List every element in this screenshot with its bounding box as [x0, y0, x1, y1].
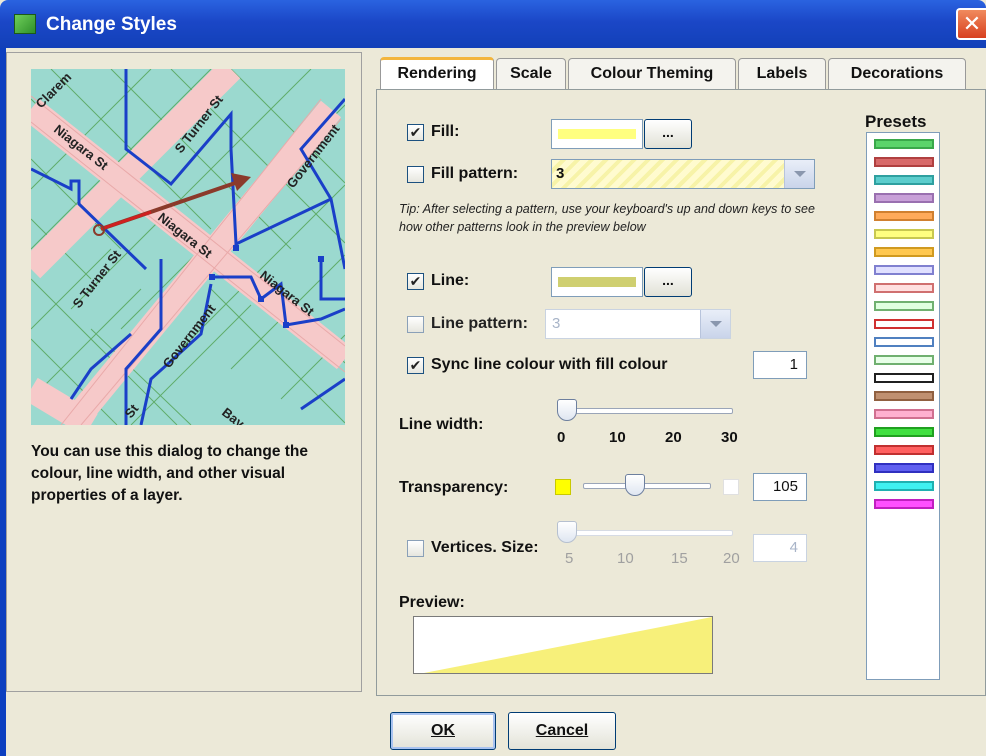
line-width-tick: 0: [557, 429, 566, 446]
line-pattern-select[interactable]: 3: [545, 309, 731, 339]
preset-swatch[interactable]: [874, 337, 934, 347]
ok-button-label: OK: [431, 722, 455, 739]
transparency-slider-track[interactable]: [583, 483, 711, 489]
preset-swatch[interactable]: [874, 247, 934, 257]
preset-swatch[interactable]: [874, 355, 934, 365]
preset-swatch[interactable]: [874, 445, 934, 455]
fill-color-swatch[interactable]: [551, 119, 643, 149]
line-color-swatch[interactable]: [551, 267, 643, 297]
line-width-label: Line width:: [399, 416, 484, 433]
preset-swatch[interactable]: [874, 301, 934, 311]
left-pane: Clarem Niagara St S Turner St Government…: [6, 52, 362, 692]
line-checkbox[interactable]: ✔: [407, 273, 424, 290]
fill-color-preview: [558, 129, 636, 139]
vertices-tick: 5: [565, 550, 574, 567]
fill-pattern-value: 3: [556, 165, 565, 182]
tab-rendering[interactable]: Rendering: [380, 57, 494, 90]
cancel-button-label: Cancel: [535, 722, 589, 739]
vertices-size-label: Vertices. Size:: [431, 539, 539, 556]
fill-pattern-checkbox[interactable]: [407, 166, 424, 183]
fill-pattern-swatch: [552, 160, 784, 188]
vertices-size-field[interactable]: 4: [753, 534, 807, 562]
tab-decorations[interactable]: Decorations: [828, 58, 966, 89]
cancel-button[interactable]: Cancel: [508, 712, 616, 750]
preset-swatch[interactable]: [874, 373, 934, 383]
vertices-slider-track[interactable]: [559, 530, 733, 536]
sync-value-field[interactable]: 1: [753, 351, 807, 379]
sync-label: Sync line colour with fill colour: [431, 356, 668, 373]
chevron-down-icon[interactable]: [700, 310, 730, 338]
line-pattern-label: Line pattern:: [431, 315, 528, 332]
title-bar: Change Styles ✕: [0, 0, 986, 48]
fill-label: Fill:: [431, 123, 460, 140]
preset-swatch[interactable]: [874, 499, 934, 509]
preset-swatch[interactable]: [874, 265, 934, 275]
vertices-tick: 15: [671, 550, 688, 567]
preset-swatch[interactable]: [874, 319, 934, 329]
preset-swatch[interactable]: [874, 463, 934, 473]
preset-swatch[interactable]: [874, 139, 934, 149]
line-color-button[interactable]: ...: [644, 267, 692, 297]
preset-swatch[interactable]: [874, 211, 934, 221]
pattern-tip: Tip: After selecting a pattern, use your…: [399, 202, 815, 234]
preset-swatch[interactable]: [874, 391, 934, 401]
line-width-tick: 20: [665, 429, 682, 446]
sync-checkbox[interactable]: ✔: [407, 357, 424, 374]
chevron-down-icon[interactable]: [784, 160, 814, 188]
vertices-checkbox[interactable]: [407, 540, 424, 557]
map-illustration: Clarem Niagara St S Turner St Government…: [21, 59, 354, 437]
vertices-tick: 20: [723, 550, 740, 567]
tab-colour-theming[interactable]: Colour Theming: [568, 58, 736, 89]
transparency-label: Transparency:: [399, 479, 509, 496]
line-width-tick: 30: [721, 429, 738, 446]
preset-swatch[interactable]: [874, 481, 934, 491]
line-pattern-value: 3: [552, 315, 561, 332]
ok-button[interactable]: OK: [390, 712, 496, 750]
line-color-preview: [558, 277, 636, 287]
vertices-slider-thumb[interactable]: [557, 521, 577, 543]
fill-checkbox[interactable]: ✔: [407, 124, 424, 141]
transparency-value-field[interactable]: 105: [753, 473, 807, 501]
dialog-description: You can use this dialog to change the co…: [31, 443, 309, 504]
close-button[interactable]: ✕: [956, 8, 986, 40]
line-label: Line:: [431, 272, 470, 289]
presets-list[interactable]: [866, 132, 940, 680]
line-width-slider-track[interactable]: [559, 408, 733, 414]
line-pattern-checkbox[interactable]: [407, 316, 424, 333]
preview-label: Preview:: [399, 594, 465, 611]
tab-scale[interactable]: Scale: [496, 58, 566, 89]
vertices-tick: 10: [617, 550, 634, 567]
map-image: Clarem Niagara St S Turner St Government…: [21, 59, 354, 437]
preset-swatch[interactable]: [874, 409, 934, 419]
preset-swatch[interactable]: [874, 427, 934, 437]
preset-swatch[interactable]: [874, 175, 934, 185]
fill-color-button[interactable]: ...: [644, 119, 692, 149]
preset-swatch[interactable]: [874, 229, 934, 239]
transparency-min-swatch: [555, 479, 571, 495]
tab-labels[interactable]: Labels: [738, 58, 826, 89]
style-preview: [413, 616, 713, 674]
fill-pattern-select[interactable]: 3: [551, 159, 815, 189]
fill-pattern-label: Fill pattern:: [431, 165, 519, 182]
app-icon: [14, 14, 36, 34]
line-width-tick: 10: [609, 429, 626, 446]
line-width-slider-thumb[interactable]: [557, 399, 577, 421]
rendering-panel: ✔ Fill: ... Fill pattern: 3 Tip: After s…: [376, 89, 986, 696]
preview-graphic: [424, 617, 712, 673]
presets-label: Presets: [865, 112, 927, 131]
preset-swatch[interactable]: [874, 157, 934, 167]
preset-swatch[interactable]: [874, 193, 934, 203]
transparency-max-swatch: [723, 479, 739, 495]
preset-swatch[interactable]: [874, 283, 934, 293]
transparency-slider-thumb[interactable]: [625, 474, 645, 496]
window-title: Change Styles: [46, 14, 177, 35]
